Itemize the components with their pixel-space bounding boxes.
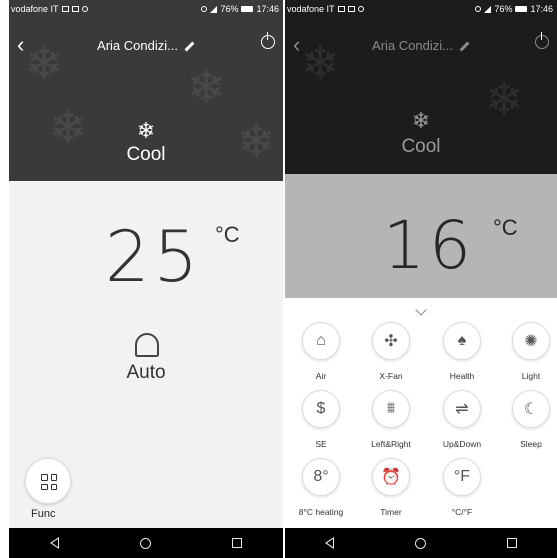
battery-icon	[515, 6, 528, 12]
up-down-swing-icon: ⇌	[443, 390, 481, 428]
mode-label[interactable]: Cool	[9, 144, 283, 166]
function-se[interactable]: $ SE	[287, 390, 355, 449]
fan-speed-label[interactable]: Auto	[9, 362, 283, 384]
function-left-right[interactable]: ⩩ Left&Right	[357, 390, 425, 449]
battery-icon	[241, 6, 254, 12]
image-icon	[347, 6, 355, 12]
nav-recents-icon[interactable]	[232, 538, 243, 548]
device-header: ‹ Aria Condizi...	[285, 30, 557, 60]
power-icon[interactable]	[261, 32, 275, 49]
left-right-swing-icon: ⩩	[372, 390, 410, 428]
function-health[interactable]: ♠ Health	[428, 322, 496, 381]
function-label: 8°C heating	[298, 507, 344, 517]
clock: 17:46	[256, 4, 279, 14]
android-navigation-bar	[285, 528, 557, 558]
mail-icon	[61, 6, 69, 12]
snowflake-icon[interactable]: ❄	[285, 110, 557, 132]
carrier-label: vodafone IT	[11, 4, 59, 14]
notification-icon	[357, 6, 364, 12]
function-label: Left&Right	[371, 439, 411, 449]
function-x-fan[interactable]: ✣ X-Fan	[357, 322, 425, 381]
sleep-icon: ☾	[512, 390, 550, 428]
unit-toggle-icon: °F	[443, 458, 481, 496]
status-bar: vodafone IT 76% 17:46	[9, 0, 283, 18]
mail-icon	[337, 6, 345, 12]
image-icon	[71, 6, 79, 12]
nav-back-icon[interactable]	[325, 537, 335, 549]
temperature-unit: °C	[215, 222, 240, 247]
signal-icon	[210, 5, 218, 13]
battery-percent: 76%	[494, 4, 513, 14]
collapse-chevron-icon[interactable]	[415, 304, 427, 316]
light-icon: ✺	[512, 322, 550, 360]
function-label: X-Fan	[379, 371, 403, 381]
device-name[interactable]: Aria Condizi...	[9, 38, 283, 53]
health-icon: ♠	[443, 322, 481, 360]
func-button[interactable]	[25, 458, 71, 504]
function-timer[interactable]: ⏰ Timer	[357, 458, 425, 517]
clock: 17:46	[530, 4, 553, 14]
se-icon: $	[302, 390, 340, 428]
battery-percent: 76%	[220, 4, 239, 14]
function-panel: ⌂ Air ✣ X-Fan ♠ Health ✺ Light $ SE ⩩ Left&Rig…	[285, 298, 557, 528]
function-up-down[interactable]: ⇌ Up&Down	[428, 390, 496, 449]
snowflake-decoration-icon: ❄	[187, 61, 226, 113]
nav-home-icon[interactable]	[414, 537, 426, 549]
wifi-icon	[201, 6, 208, 12]
function-sleep[interactable]: ☾ Sleep	[497, 390, 557, 449]
function-label: Up&Down	[442, 439, 482, 449]
mode-label[interactable]: Cool	[285, 136, 557, 158]
grid-icon	[41, 474, 57, 490]
mode-banner: ❄ ❄ vodafone IT 76% 17:46 ‹ Aria Condizi…	[285, 0, 557, 174]
function-label: Light	[521, 371, 541, 381]
device-header: ‹ Aria Condizi...	[9, 30, 283, 60]
temperature-value[interactable]: 25	[105, 222, 202, 292]
nav-home-icon[interactable]	[139, 537, 151, 549]
x-fan-icon: ✣	[372, 322, 410, 360]
nav-recents-icon[interactable]	[506, 538, 517, 548]
notification-icon	[81, 6, 88, 12]
function-label: Sleep	[520, 439, 542, 449]
power-icon[interactable]	[535, 32, 549, 49]
edit-pencil-icon[interactable]	[184, 41, 195, 52]
nav-back-icon[interactable]	[49, 537, 59, 549]
device-name-text: Aria Condizi...	[97, 38, 178, 53]
snowflake-icon[interactable]: ❄	[9, 120, 283, 142]
carrier-label: vodafone IT	[287, 4, 335, 14]
function-air[interactable]: ⌂ Air	[287, 322, 355, 381]
function-label: Air	[315, 371, 327, 381]
overlay-scrim[interactable]	[285, 174, 557, 298]
timer-icon: ⏰	[372, 458, 410, 496]
phone-screen-left: ❄ ❄ ❄ ❄ vodafone IT 76% 17:46 ‹ Aria Con…	[9, 0, 283, 558]
signal-icon	[484, 5, 492, 13]
air-icon: ⌂	[302, 322, 340, 360]
heating-8c-icon: 8°	[302, 458, 340, 496]
android-navigation-bar	[9, 528, 283, 558]
function-unit-toggle[interactable]: °F °C/°F	[428, 458, 496, 517]
function-label: °C/°F	[451, 507, 473, 517]
function-8c-heating[interactable]: 8° 8°C heating	[287, 458, 355, 517]
mode-banner: ❄ ❄ ❄ ❄ vodafone IT 76% 17:46 ‹ Aria Con…	[9, 0, 283, 181]
function-label: Timer	[380, 507, 402, 517]
fan-icon[interactable]	[135, 333, 159, 357]
wifi-icon	[475, 6, 482, 12]
phone-screen-right: ❄ ❄ vodafone IT 76% 17:46 ‹ Aria Condizi…	[285, 0, 557, 558]
func-label: Func	[31, 508, 56, 520]
device-name[interactable]: Aria Condizi...	[285, 38, 557, 53]
edit-pencil-icon[interactable]	[459, 41, 470, 52]
status-bar: vodafone IT 76% 17:46	[285, 0, 557, 18]
function-light[interactable]: ✺ Light	[497, 322, 557, 381]
device-name-text: Aria Condizi...	[372, 38, 453, 53]
function-label: SE	[315, 439, 327, 449]
function-label: Health	[449, 371, 475, 381]
